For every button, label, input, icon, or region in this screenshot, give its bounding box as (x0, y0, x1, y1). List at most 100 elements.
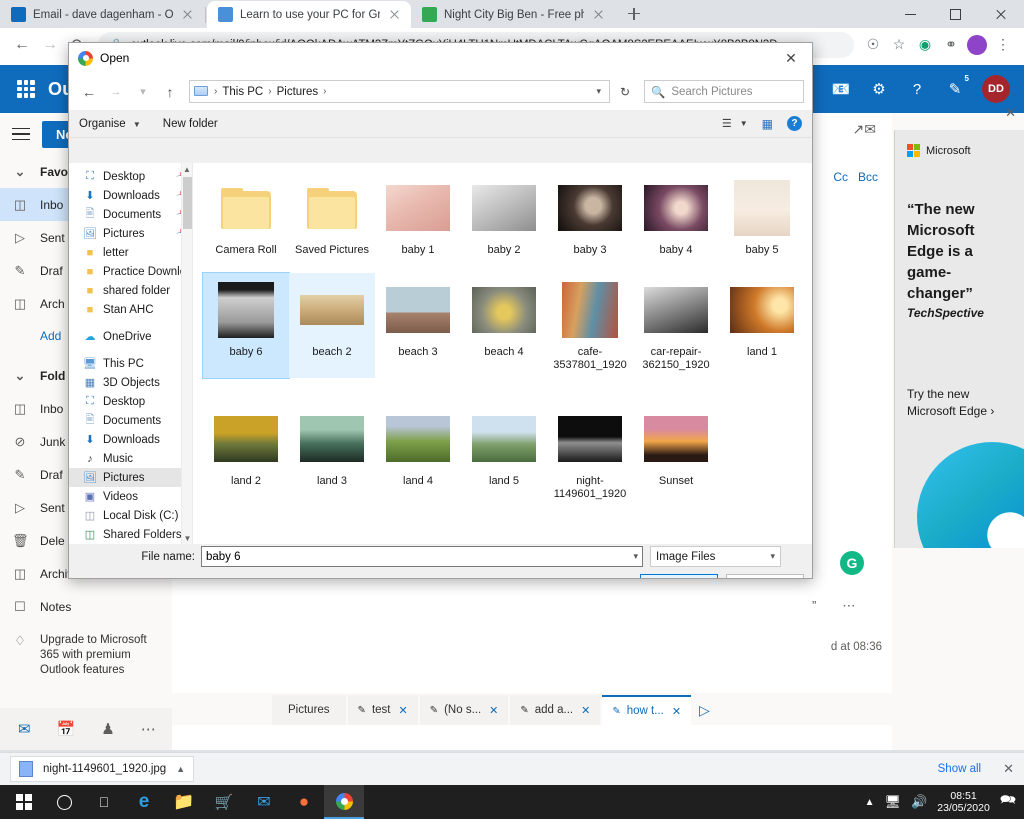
menu-icon[interactable]: ⋮ (990, 32, 1016, 58)
scroll-down-icon[interactable]: ▼ (182, 532, 192, 544)
file-item-baby-5[interactable]: baby 5 (719, 171, 805, 263)
file-item-sunset[interactable]: Sunset (633, 402, 719, 507)
file-item-beach-3[interactable]: beach 3 (375, 273, 461, 378)
forward-icon[interactable]: → (104, 80, 128, 104)
play-icon[interactable]: ▷ (699, 702, 710, 725)
profile-icon[interactable] (964, 32, 990, 58)
upgrade-promo[interactable]: ♢ Upgrade to Microsoft 365 with premium … (0, 623, 172, 678)
chevron-down-icon[interactable]: ▾ (633, 551, 638, 562)
settings-gear-icon[interactable]: ⚙ (868, 78, 890, 100)
new-tab-button[interactable] (620, 0, 648, 28)
close-icon[interactable]: ✕ (398, 704, 407, 717)
promo-close-icon[interactable]: ✕ (1005, 105, 1016, 121)
file-item-land-2[interactable]: land 2 (203, 402, 289, 507)
tree-scrollbar[interactable]: ▲ ▼ (181, 163, 192, 544)
tree-item-documents-quick[interactable]: 🖹 Documents 📌 (69, 205, 192, 224)
show-all-downloads-link[interactable]: Show all (938, 763, 981, 775)
file-item-baby-1[interactable]: baby 1 (375, 171, 461, 263)
maximize-button[interactable] (934, 0, 979, 28)
mail-icon[interactable]: ✉ (18, 720, 31, 738)
breadcrumb[interactable]: › This PC › Pictures › ▾ (189, 80, 610, 103)
recent-locations-icon[interactable]: ▾ (131, 80, 155, 104)
chevron-up-icon[interactable]: ▲ (176, 764, 185, 774)
file-item-beach-4[interactable]: beach 4 (461, 273, 547, 378)
tree-item-desktop-quick[interactable]: ⛶ Desktop 📌 (69, 167, 192, 186)
file-item-land-3[interactable]: land 3 (289, 402, 375, 507)
popout-icon[interactable]: ↗✉ (853, 121, 876, 138)
tree-item-videos[interactable]: ▣ Videos (69, 487, 192, 506)
chevron-down-icon[interactable]: ▾ (770, 551, 775, 562)
file-item-baby-6[interactable]: baby 6 (202, 272, 290, 379)
scroll-up-icon[interactable]: ▲ (182, 163, 192, 175)
people-icon[interactable]: ♟ (101, 720, 114, 738)
feedback-icon[interactable]: ✎ 5 (944, 74, 971, 100)
close-window-button[interactable] (979, 0, 1024, 28)
tree-item-stan-ahc[interactable]: ■ Stan AHC (69, 300, 192, 319)
cc-link[interactable]: Cc (833, 170, 848, 184)
view-caret-icon[interactable]: ▼ (740, 119, 748, 128)
network-icon[interactable]: 🖥 (885, 794, 902, 810)
open-button[interactable]: Open (640, 574, 718, 578)
file-explorer-icon[interactable]: 📁 (164, 785, 204, 819)
meet-icon[interactable]: 📧 (830, 78, 852, 100)
app-launcher-icon[interactable] (10, 73, 42, 105)
refresh-icon[interactable]: ↻ (613, 80, 637, 103)
help-icon[interactable]: ? (906, 78, 928, 100)
store-icon[interactable]: 🛒 (204, 785, 244, 819)
tab-close-icon[interactable] (180, 7, 195, 22)
tree-item-shared-folders[interactable]: ◫ Shared Folders ( (69, 525, 192, 544)
task-view-icon[interactable]: ⎕ (84, 785, 124, 819)
tree-item-this-pc[interactable]: 🖥 This PC (69, 354, 192, 373)
tree-item-downloads-quick[interactable]: ⬇ Downloads 📌 (69, 186, 192, 205)
show-hidden-icons-icon[interactable]: ▲ (865, 797, 875, 808)
back-icon[interactable]: ← (8, 31, 36, 59)
tab-close-icon[interactable] (591, 7, 606, 22)
owa-tab-test[interactable]: ✎ test ✕ (347, 695, 418, 725)
browser-tab-2[interactable]: Night City Big Ben - Free photo (411, 1, 615, 28)
tree-item-letter[interactable]: ■ letter (69, 243, 192, 262)
edge-icon[interactable]: e (124, 785, 164, 819)
file-item-baby-2[interactable]: baby 2 (461, 171, 547, 263)
chevron-down-icon[interactable]: ▾ (596, 86, 605, 97)
owa-tab-nosubject[interactable]: ✎ (No s... ✕ (419, 695, 509, 725)
tree-item-pictures[interactable]: 🖼 Pictures (69, 468, 192, 487)
filename-input[interactable]: baby 6 ▾ (201, 546, 643, 567)
file-item-beach-2[interactable]: beach 2 (289, 273, 375, 378)
file-item-car-repair[interactable]: car-repair-362150_1920 (633, 273, 719, 378)
start-icon[interactable] (4, 785, 44, 819)
tree-item-onedrive[interactable]: ☁ OneDrive (69, 327, 192, 346)
tree-item-downloads[interactable]: ⬇ Downloads (69, 430, 192, 449)
scrollbar-thumb[interactable] (183, 177, 192, 229)
forward-icon[interactable]: → (36, 31, 64, 59)
hamburger-icon[interactable] (12, 127, 30, 141)
file-item-land-4[interactable]: land 4 (375, 402, 461, 507)
tree-item-music[interactable]: ♪ Music (69, 449, 192, 468)
file-item-baby-3[interactable]: baby 3 (547, 171, 633, 263)
tree-item-desktop[interactable]: ⛶ Desktop (69, 392, 192, 411)
volume-icon[interactable]: 🔊 (911, 794, 927, 810)
edge-promo-cta[interactable]: Try the new Microsoft Edge › (895, 320, 1024, 420)
firefox-icon[interactable]: ● (284, 785, 324, 819)
help-icon[interactable]: ? (787, 116, 802, 131)
owa-tab-add[interactable]: ✎ add a... ✕ (510, 695, 601, 725)
search-input[interactable]: 🔍 Search Pictures (644, 80, 804, 103)
browser-tab-0[interactable]: Email - dave dagenham - Outlo (0, 1, 204, 28)
file-item-saved-pictures[interactable]: Saved Pictures (289, 171, 375, 263)
organise-button[interactable]: Organise ▼ (79, 118, 141, 130)
tree-item-documents[interactable]: 🖹 Documents (69, 411, 192, 430)
download-item[interactable]: night-1149601_1920.jpg ▲ (10, 756, 195, 782)
breadcrumb-segment-thispc[interactable]: This PC (222, 86, 263, 98)
chrome-icon[interactable] (324, 785, 364, 819)
share-icon[interactable]: ☉ (860, 32, 886, 58)
file-item-baby-4[interactable]: baby 4 (633, 171, 719, 263)
mail-icon[interactable]: ✉ (244, 785, 284, 819)
sidebar-folder-notes[interactable]: ☐ Notes (0, 590, 172, 623)
more-icon[interactable]: ⋯ (141, 720, 156, 738)
file-item-camera-roll[interactable]: Camera Roll (203, 171, 289, 263)
calendar-icon[interactable]: 📅 (57, 720, 76, 738)
preview-pane-icon[interactable]: ▦ (762, 117, 773, 131)
tree-item-3d-objects[interactable]: ▦ 3D Objects (69, 373, 192, 392)
close-icon[interactable]: ✕ (770, 43, 812, 73)
bcc-link[interactable]: Bcc (858, 170, 878, 184)
action-center-icon[interactable]: 🗪 (1000, 791, 1016, 813)
